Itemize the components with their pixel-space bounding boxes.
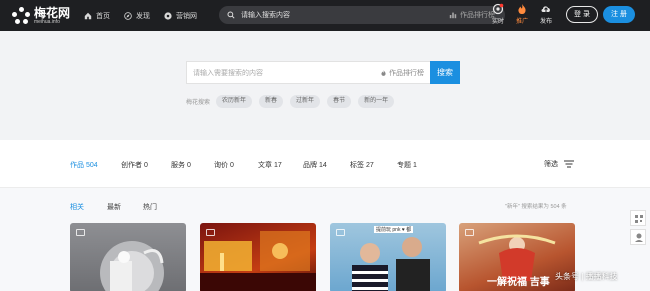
service-button[interactable] (630, 229, 646, 245)
login-button[interactable]: 登 录 (566, 6, 598, 23)
tab-services[interactable]: 服务 0 (171, 160, 191, 170)
results-area: 相关 最新 热门 "新年" 搜索结果为 504 条 提前玩 pnk ♥ 都 一解… (0, 188, 650, 291)
hot-tag[interactable]: 新的一年 (358, 95, 395, 108)
work-card[interactable] (200, 223, 316, 291)
nav-marketing-label: 营销网 (176, 12, 197, 20)
tab-creators[interactable]: 创作者 0 (121, 160, 148, 170)
compass-icon (124, 11, 132, 20)
home-icon (84, 12, 92, 19)
card-thumbnail (200, 231, 316, 291)
main-nav: 首页 发现 营销网 (84, 11, 211, 21)
register-button[interactable]: 注 册 (603, 6, 635, 23)
main-search-input[interactable]: 请输入需要搜索的内容 作品排行榜 (186, 61, 430, 84)
flame-icon (518, 4, 526, 14)
card-caption: 一解祝福 吉事 (487, 277, 550, 288)
nav-discover[interactable]: 发现 (124, 11, 150, 21)
main-search-button[interactable]: 搜索 (430, 61, 460, 84)
realtime-label: 实时 (491, 19, 504, 25)
sort-hot[interactable]: 热门 (143, 202, 157, 212)
tab-inquiry[interactable]: 询价 0 (214, 160, 234, 170)
result-count: "新年" 搜索结果为 504 条 (505, 204, 567, 210)
nav-marketing[interactable]: 营销网 (164, 11, 197, 21)
tab-works[interactable]: 作品 504 (70, 160, 98, 170)
nav-home[interactable]: 首页 (84, 11, 110, 21)
hero-rank-link[interactable]: 作品排行榜 (380, 68, 424, 78)
tab-brands[interactable]: 品牌 14 (303, 160, 327, 170)
sort-latest[interactable]: 最新 (107, 202, 121, 212)
bar-chart-icon (449, 12, 457, 19)
upload-cloud-icon (541, 6, 550, 12)
plum-blossom-icon (12, 6, 30, 25)
realtime-button[interactable]: 实时 (488, 3, 508, 25)
sort-relevant[interactable]: 相关 (70, 202, 84, 212)
search-icon (227, 11, 235, 19)
filter-icon (564, 160, 574, 168)
realtime-icon (492, 3, 504, 15)
work-card[interactable]: 提前玩 pnk ♥ 都 (330, 223, 446, 291)
tab-articles[interactable]: 文章 17 (258, 160, 282, 170)
category-tabs: 作品 504 创作者 0 服务 0 询价 0 文章 17 品牌 14 标签 27… (0, 140, 650, 188)
top-header: 梅花网 meihua.info 首页 发现 营销网 请输入搜索内容 作品排行榜 … (0, 0, 650, 31)
header-search-placeholder: 请输入搜索内容 (241, 12, 290, 19)
promote-label: 推广 (515, 19, 528, 25)
site-logo[interactable]: 梅花网 meihua.info (12, 5, 74, 25)
hot-search-row: 梅花搜索 农历新年 新春 过新年 春节 新的一年 (186, 95, 401, 108)
promote-button[interactable]: 推广 (512, 3, 532, 25)
header-icon-group: 实时 推广 发布 (488, 3, 560, 25)
card-thumbnail (100, 241, 164, 291)
flame-icon (381, 69, 386, 76)
user-service-icon (635, 233, 643, 242)
logo-text-cn: 梅花网 (34, 5, 71, 20)
nav-home-label: 首页 (96, 12, 110, 20)
filter-button[interactable]: 筛选 (544, 159, 574, 169)
qrcode-button[interactable] (630, 210, 646, 226)
tab-tags[interactable]: 标签 27 (350, 160, 374, 170)
publish-button[interactable]: 发布 (536, 3, 556, 25)
search-hero: 请输入需要搜索的内容 作品排行榜 搜索 梅花搜索 农历新年 新春 过新年 春节 … (0, 31, 650, 140)
watermark: 头条号 | 播播科技 (555, 272, 618, 281)
header-search-input[interactable]: 请输入搜索内容 作品排行榜 (219, 6, 505, 24)
publish-label: 发布 (539, 19, 552, 25)
globe-icon (164, 11, 172, 20)
hot-search-label: 梅花搜索 (186, 100, 211, 106)
nav-discover-label: 发现 (136, 12, 150, 20)
hot-tag[interactable]: 农历新年 (216, 95, 253, 108)
side-toolbar (630, 210, 646, 248)
hero-rank-label: 作品排行榜 (389, 69, 424, 77)
card-thumbnail (352, 237, 430, 291)
qrcode-icon (635, 215, 643, 223)
main-search-placeholder: 请输入需要搜索的内容 (193, 69, 263, 77)
logo-text-en: meihua.info (34, 18, 60, 25)
hot-tag[interactable]: 新春 (259, 95, 284, 108)
tab-topics[interactable]: 专题 1 (397, 160, 417, 170)
filter-label: 筛选 (544, 161, 558, 168)
hot-tag[interactable]: 春节 (327, 95, 352, 108)
hot-tag[interactable]: 过新年 (290, 95, 321, 108)
work-card[interactable] (70, 223, 186, 291)
